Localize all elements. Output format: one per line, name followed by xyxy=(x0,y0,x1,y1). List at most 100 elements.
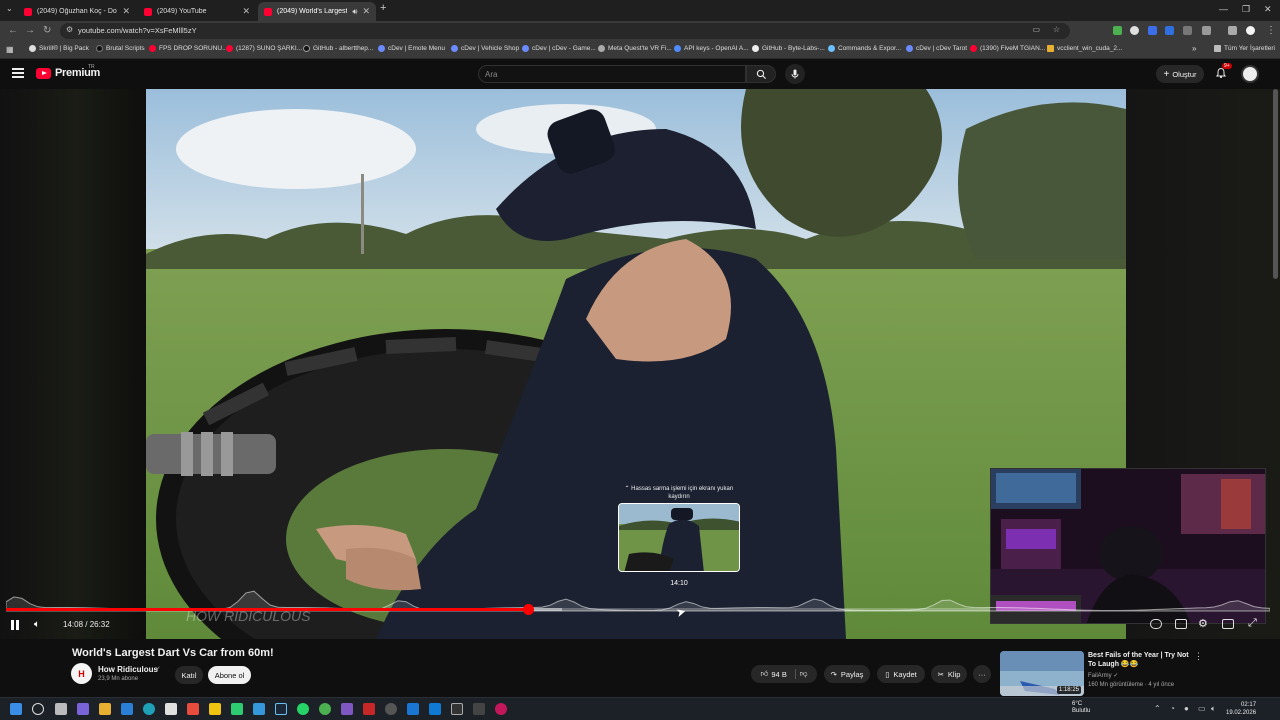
search-button[interactable] xyxy=(746,65,776,83)
chrome-icon[interactable] xyxy=(319,703,331,715)
extension-icon[interactable] xyxy=(1165,26,1174,35)
guide-menu-icon[interactable] xyxy=(12,68,24,78)
weather-widget[interactable]: 6°C Bulutlu xyxy=(1072,701,1090,715)
app-icon[interactable] xyxy=(209,703,221,715)
bookmark-star-icon[interactable]: ☆ xyxy=(1053,25,1060,34)
url-field[interactable]: ⚙︎ youtube.com/watch?v=XsFeMlll5zY ▭ ☆ xyxy=(60,23,1070,39)
app-icon[interactable] xyxy=(363,703,375,715)
app-icon[interactable] xyxy=(407,703,419,715)
widgets-icon[interactable] xyxy=(77,703,89,715)
bookmark-item[interactable]: FPS DROP SORUNU... xyxy=(149,45,228,52)
tray-overflow-icon[interactable]: ⌃ xyxy=(1154,704,1161,713)
network-icon[interactable]: ▭ xyxy=(1198,704,1206,713)
extension-shield-icon[interactable] xyxy=(1130,26,1139,35)
miniplayer-icon[interactable] xyxy=(1222,619,1234,629)
tab-oguzhan[interactable]: (2049) Oğuzhan Koç - Domuz Ç ✕ xyxy=(18,2,136,21)
dislike-button[interactable]: 👎︎ xyxy=(800,669,808,679)
tab-search-icon[interactable]: ⌄ xyxy=(6,4,13,13)
like-button[interactable]: 👍︎ 94 B xyxy=(761,669,796,679)
new-tab-button[interactable]: + xyxy=(380,2,386,14)
bookmark-item[interactable]: vcclient_win_cuda_2... xyxy=(1047,45,1122,52)
task-view-icon[interactable] xyxy=(55,703,67,715)
channel-avatar[interactable]: H xyxy=(71,663,92,684)
close-window-icon[interactable]: ✕ xyxy=(1264,4,1272,15)
save-button[interactable]: ▯ Kaydet xyxy=(877,665,925,683)
audio-playing-icon[interactable]: 🔊︎ xyxy=(352,7,357,17)
microphone-icon[interactable]: ● xyxy=(1184,704,1189,713)
create-button[interactable]: + Oluştur xyxy=(1156,65,1204,83)
share-button[interactable]: ↷ Paylaş xyxy=(824,665,870,683)
mail-icon[interactable] xyxy=(121,703,133,715)
recommended-more-icon[interactable]: ⋮ xyxy=(1194,651,1203,662)
bookmark-item[interactable]: GitHub - Byte-Labs-... xyxy=(752,45,825,52)
site-info-icon[interactable]: ⚙︎ xyxy=(66,25,73,34)
bookmark-item[interactable]: cDev | Emote Menu xyxy=(378,45,445,52)
volume-icon[interactable]: 🔈︎ xyxy=(34,619,40,630)
scrubber-handle[interactable] xyxy=(522,604,534,615)
minimize-icon[interactable]: — xyxy=(1219,4,1228,14)
settings-gear-icon[interactable]: ⚙︎ xyxy=(1198,617,1208,630)
tab-close-icon[interactable]: ✕ xyxy=(242,6,250,17)
reload-icon[interactable]: ↻ xyxy=(43,25,51,36)
restore-icon[interactable]: ❐ xyxy=(1242,4,1250,15)
bookmark-item[interactable]: Meta Quest'te VR Fi... xyxy=(598,45,672,52)
app-icon[interactable] xyxy=(187,703,199,715)
tray-app-icon[interactable]: ◔ xyxy=(1170,704,1175,713)
extension-icon[interactable] xyxy=(1148,26,1157,35)
bookmark-item[interactable]: cDev | Vehicle Shop xyxy=(451,45,519,52)
extensions-puzzle-icon[interactable] xyxy=(1202,26,1211,35)
all-bookmarks-folder[interactable]: Tüm Yer İşaretleri xyxy=(1214,45,1275,52)
more-actions-button[interactable]: ··· xyxy=(973,665,991,683)
bookmark-item[interactable]: GitHub - albertthep... xyxy=(303,45,373,52)
pause-button[interactable] xyxy=(11,620,21,630)
steam-icon[interactable] xyxy=(275,703,287,715)
app-icon[interactable] xyxy=(495,703,507,715)
bookmark-item[interactable]: (1287) SUNO ŞARKI... xyxy=(226,45,302,52)
xbox-icon[interactable] xyxy=(231,703,243,715)
edge-icon[interactable] xyxy=(143,703,155,715)
bookmark-item[interactable]: cDev | cDev - Game... xyxy=(522,45,596,52)
voice-search-button[interactable] xyxy=(785,64,805,84)
autoplay-toggle[interactable] xyxy=(1150,619,1162,629)
whatsapp-icon[interactable] xyxy=(297,703,309,715)
page-scrollbar[interactable] xyxy=(1273,89,1278,279)
notifications-button[interactable]: 9+ xyxy=(1215,63,1232,80)
volume-icon[interactable]: 🔈︎ xyxy=(1211,704,1216,714)
system-clock[interactable]: 02:17 19.02.2026 xyxy=(1226,701,1256,717)
app-icon[interactable] xyxy=(253,703,265,715)
app-icon[interactable] xyxy=(473,703,485,715)
bookmark-item[interactable]: Skrill® | Big Pack xyxy=(29,45,89,52)
apps-grid-icon[interactable]: ▦ xyxy=(6,45,14,54)
clip-button[interactable]: ✂︎ Klip xyxy=(931,665,967,683)
app-icon[interactable] xyxy=(451,703,463,715)
recommended-video-title[interactable]: Best Fails of the Year | Try Not To Laug… xyxy=(1088,651,1190,669)
channel-name[interactable]: How Ridiculous xyxy=(98,665,158,674)
tab-close-icon[interactable]: ✕ xyxy=(362,6,370,17)
tab-youtube[interactable]: (2049) YouTube ✕ xyxy=(138,2,256,21)
bookmark-item[interactable]: cDev | cDev Tarot xyxy=(906,45,967,52)
app-icon[interactable] xyxy=(341,703,353,715)
profile-icon[interactable] xyxy=(1246,26,1255,35)
recommended-video-thumbnail[interactable]: 1:18:25 xyxy=(1000,651,1084,696)
bookmarks-overflow-button[interactable]: » xyxy=(1192,44,1196,53)
extension-icon[interactable] xyxy=(1113,26,1122,35)
tab-worlds-largest-dart[interactable]: (2049) World's Largest Dart 🔊︎ ✕ xyxy=(258,2,376,21)
cast-icon[interactable]: ▭ xyxy=(1032,25,1040,34)
join-button[interactable]: Katıl xyxy=(175,666,203,684)
sidebar-icon[interactable] xyxy=(1228,26,1237,35)
bookmark-item[interactable]: Commands & Expor... xyxy=(828,45,901,52)
recommended-channel[interactable]: FailArmy ✓ xyxy=(1088,672,1118,679)
bookmark-item[interactable]: (1390) FiveM TGIAN... xyxy=(970,45,1045,52)
search-input[interactable] xyxy=(485,68,725,80)
file-explorer-icon[interactable] xyxy=(99,703,111,715)
youtube-premium-logo[interactable]: Premium TR xyxy=(36,64,100,79)
fullscreen-icon[interactable]: ⤢ xyxy=(1248,617,1257,630)
vscode-icon[interactable] xyxy=(429,703,441,715)
progress-bar[interactable] xyxy=(6,604,990,615)
forward-icon[interactable]: → xyxy=(25,25,35,36)
tab-close-icon[interactable]: ✕ xyxy=(122,6,130,17)
app-icon[interactable] xyxy=(385,703,397,715)
subscribe-button[interactable]: Abone ol xyxy=(208,666,251,684)
account-avatar[interactable] xyxy=(1241,65,1259,83)
bookmark-item[interactable]: API keys - OpenAI A... xyxy=(674,45,749,52)
